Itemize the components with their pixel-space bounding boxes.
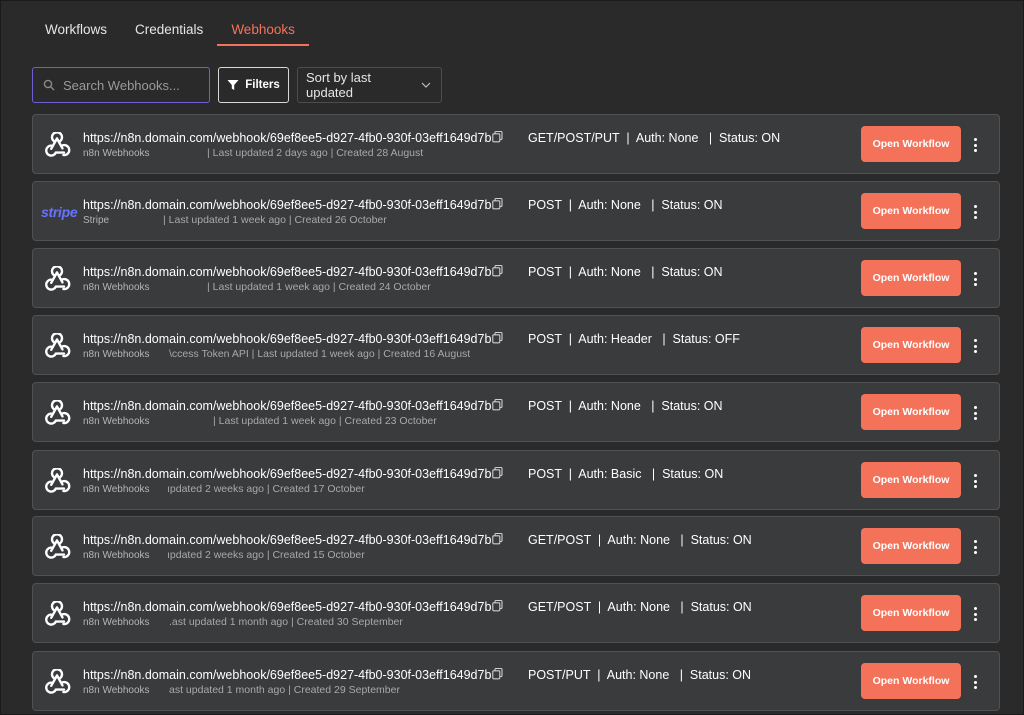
search-box bbox=[32, 67, 210, 103]
open-workflow-button[interactable]: Open Workflow bbox=[861, 126, 961, 162]
webhook-card: https://n8n.domain.com/webhook/69ef8ee5-… bbox=[32, 583, 1000, 643]
webhook-icon bbox=[45, 468, 71, 493]
webhook-card: https://n8n.domain.com/webhook/69ef8ee5-… bbox=[32, 450, 1000, 510]
webhook-url: https://n8n.domain.com/webhook/69ef8ee5-… bbox=[83, 198, 492, 212]
webhook-meta: POST | Auth: Header | Status: OFF bbox=[528, 332, 740, 346]
copy-icon[interactable] bbox=[491, 331, 504, 344]
webhook-dates: | Last updated 1 week ago | Created 24 O… bbox=[207, 281, 431, 293]
webhook-meta: GET/POST | Auth: None | Status: ON bbox=[528, 600, 752, 614]
webhook-icon bbox=[45, 333, 71, 358]
webhook-url: https://n8n.domain.com/webhook/69ef8ee5-… bbox=[83, 265, 492, 279]
webhook-meta: POST/PUT | Auth: None | Status: ON bbox=[528, 668, 752, 682]
webhook-card: https://n8n.domain.com/webhook/69ef8ee5-… bbox=[32, 248, 1000, 308]
copy-icon[interactable] bbox=[491, 197, 504, 210]
webhook-dates: | Last updated 2 days ago | Created 28 A… bbox=[207, 147, 424, 159]
copy-icon[interactable] bbox=[491, 130, 504, 143]
sort-label: Sort by last updated bbox=[306, 70, 372, 100]
copy-icon[interactable] bbox=[491, 466, 504, 479]
more-options-icon[interactable] bbox=[969, 202, 981, 222]
webhook-source: n8n Webhooks bbox=[83, 282, 150, 293]
webhook-dates: .ast updated 1 month ago | Created 30 Se… bbox=[169, 616, 403, 628]
webhook-icon bbox=[45, 266, 71, 291]
tab-bar: Workflows Credentials Webhooks bbox=[31, 15, 309, 47]
toolbar: Filters Sort by last updated bbox=[32, 67, 442, 103]
more-options-icon[interactable] bbox=[969, 471, 981, 491]
tab-credentials[interactable]: Credentials bbox=[121, 15, 217, 45]
webhook-icon bbox=[45, 400, 71, 425]
webhook-icon bbox=[45, 601, 71, 626]
webhook-card: stripe https://n8n.domain.com/webhook/69… bbox=[32, 181, 1000, 241]
webhook-url: https://n8n.domain.com/webhook/69ef8ee5-… bbox=[83, 399, 492, 413]
copy-icon[interactable] bbox=[491, 264, 504, 277]
tab-workflows[interactable]: Workflows bbox=[31, 15, 121, 45]
webhook-url: https://n8n.domain.com/webhook/69ef8ee5-… bbox=[83, 533, 492, 547]
open-workflow-button[interactable]: Open Workflow bbox=[861, 462, 961, 498]
webhook-card: https://n8n.domain.com/webhook/69ef8ee5-… bbox=[32, 651, 1000, 711]
filter-icon bbox=[227, 80, 239, 90]
webhook-icon bbox=[45, 132, 71, 157]
more-options-icon[interactable] bbox=[969, 135, 981, 155]
webhook-icon bbox=[45, 669, 71, 694]
search-input[interactable] bbox=[63, 77, 203, 93]
webhook-dates: ıpdated 2 weeks ago | Created 17 October bbox=[167, 483, 365, 495]
webhook-meta: GET/POST/PUT | Auth: None | Status: ON bbox=[528, 131, 781, 145]
sort-dropdown[interactable]: Sort by last updated bbox=[297, 67, 442, 103]
webhook-url: https://n8n.domain.com/webhook/69ef8ee5-… bbox=[83, 467, 492, 481]
webhook-url: https://n8n.domain.com/webhook/69ef8ee5-… bbox=[83, 668, 492, 682]
webhook-card: https://n8n.domain.com/webhook/69ef8ee5-… bbox=[32, 114, 1000, 174]
webhook-dates: ıpdated 2 weeks ago | Created 15 October bbox=[167, 549, 365, 561]
webhook-source: n8n Webhooks bbox=[83, 685, 150, 696]
more-options-icon[interactable] bbox=[969, 604, 981, 624]
webhook-source: n8n Webhooks bbox=[83, 349, 150, 360]
open-workflow-button[interactable]: Open Workflow bbox=[861, 595, 961, 631]
app-frame: Workflows Credentials Webhooks Filters S… bbox=[0, 0, 1024, 715]
copy-icon[interactable] bbox=[491, 667, 504, 680]
webhook-dates: ast updated 1 month ago | Created 29 Sep… bbox=[169, 684, 400, 696]
webhook-source: n8n Webhooks bbox=[83, 416, 150, 427]
filters-label: Filters bbox=[245, 79, 280, 91]
webhook-meta: POST | Auth: None | Status: ON bbox=[528, 399, 723, 413]
webhook-dates: | Last updated 1 week ago | Created 23 O… bbox=[213, 415, 437, 427]
webhook-meta: GET/POST | Auth: None | Status: ON bbox=[528, 533, 752, 547]
webhook-dates: | Last updated 1 week ago | Created 26 O… bbox=[163, 214, 387, 226]
more-options-icon[interactable] bbox=[969, 269, 981, 289]
open-workflow-button[interactable]: Open Workflow bbox=[861, 260, 961, 296]
more-options-icon[interactable] bbox=[969, 336, 981, 356]
webhook-url: https://n8n.domain.com/webhook/69ef8ee5-… bbox=[83, 332, 492, 346]
webhook-source: n8n Webhooks bbox=[83, 148, 150, 159]
webhook-url: https://n8n.domain.com/webhook/69ef8ee5-… bbox=[83, 131, 492, 145]
copy-icon[interactable] bbox=[491, 398, 504, 411]
open-workflow-button[interactable]: Open Workflow bbox=[861, 663, 961, 699]
open-workflow-button[interactable]: Open Workflow bbox=[861, 327, 961, 363]
open-workflow-button[interactable]: Open Workflow bbox=[861, 193, 961, 229]
webhook-card: https://n8n.domain.com/webhook/69ef8ee5-… bbox=[32, 315, 1000, 375]
webhook-source: n8n Webhooks bbox=[83, 550, 150, 561]
webhook-source: Stripe bbox=[83, 215, 110, 226]
webhook-meta: POST | Auth: Basic | Status: ON bbox=[528, 467, 724, 481]
webhook-url: https://n8n.domain.com/webhook/69ef8ee5-… bbox=[83, 600, 492, 614]
filters-button[interactable]: Filters bbox=[218, 67, 289, 103]
more-options-icon[interactable] bbox=[969, 672, 981, 692]
webhook-icon bbox=[45, 534, 71, 559]
stripe-logo: stripe bbox=[41, 204, 78, 220]
webhook-card: https://n8n.domain.com/webhook/69ef8ee5-… bbox=[32, 382, 1000, 442]
chevron-down-icon bbox=[421, 82, 431, 88]
webhook-dates: \ccess Token API | Last updated 1 week a… bbox=[169, 348, 471, 360]
webhook-meta: POST | Auth: None | Status: ON bbox=[528, 198, 723, 212]
copy-icon[interactable] bbox=[491, 532, 504, 545]
search-icon bbox=[43, 79, 55, 91]
open-workflow-button[interactable]: Open Workflow bbox=[861, 528, 961, 564]
copy-icon[interactable] bbox=[491, 599, 504, 612]
webhook-meta: POST | Auth: None | Status: ON bbox=[528, 265, 723, 279]
more-options-icon[interactable] bbox=[969, 403, 981, 423]
webhook-source: n8n Webhooks bbox=[83, 484, 150, 495]
more-options-icon[interactable] bbox=[969, 537, 981, 557]
webhook-source: n8n Webhooks bbox=[83, 617, 150, 628]
tab-webhooks[interactable]: Webhooks bbox=[217, 15, 309, 46]
webhook-card: https://n8n.domain.com/webhook/69ef8ee5-… bbox=[32, 516, 1000, 576]
open-workflow-button[interactable]: Open Workflow bbox=[861, 394, 961, 430]
